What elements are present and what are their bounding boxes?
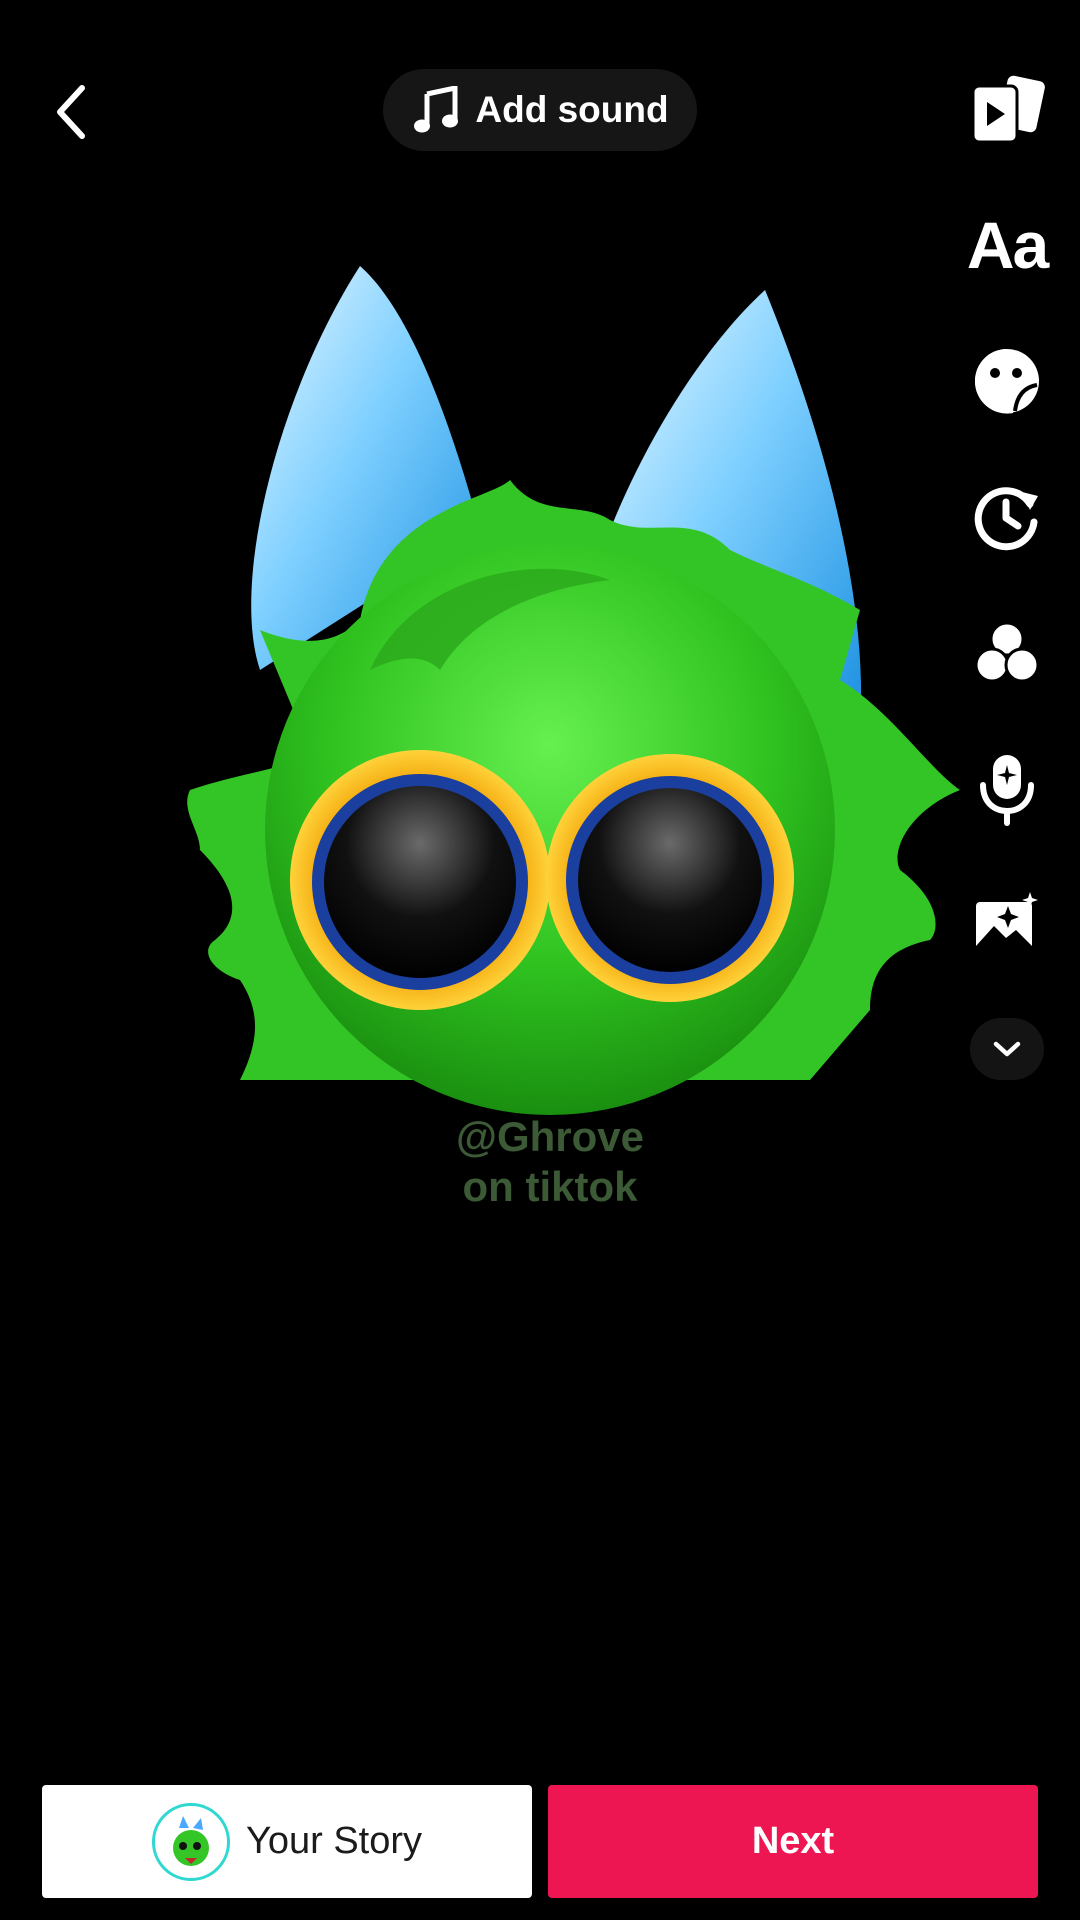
text-icon: Aa [966, 208, 1049, 282]
your-story-label: Your Story [245, 1820, 423, 1862]
add-sound-label: Add sound [475, 89, 669, 130]
microphone-sparkle-icon [980, 755, 1034, 826]
chevron-down-icon [993, 1041, 1021, 1057]
avatar [151, 1802, 230, 1881]
enhance-button[interactable] [964, 882, 1050, 968]
more-tools-button[interactable] [970, 1018, 1044, 1080]
filters-icon [974, 621, 1040, 683]
music-note-icon [411, 85, 461, 135]
watermark-line-2: on tiktok [462, 1163, 638, 1210]
effects-button[interactable] [964, 474, 1050, 560]
stickers-button[interactable] [964, 338, 1050, 424]
next-label: Next [751, 1820, 835, 1862]
image-sparkle-icon [976, 892, 1038, 956]
template-cards-icon [971, 75, 1045, 144]
voice-effects-button[interactable] [964, 746, 1050, 832]
text-button[interactable]: Aa [964, 202, 1050, 288]
your-story-button[interactable]: Your Story [42, 1785, 532, 1898]
sticker-icon [974, 349, 1039, 414]
watermark-line-1: @Ghrove [456, 1113, 644, 1160]
add-sound-button[interactable]: Add sound [383, 69, 697, 151]
chevron-left-icon [57, 85, 85, 139]
next-button[interactable]: Next [548, 1785, 1038, 1898]
filters-button[interactable] [964, 610, 1050, 696]
back-button[interactable] [36, 76, 108, 148]
effects-clock-icon [974, 487, 1038, 551]
watermark: @Ghrove on tiktok [0, 1112, 1080, 1212]
green-creature-emoji [187, 266, 960, 1115]
templates-button[interactable] [964, 66, 1050, 152]
